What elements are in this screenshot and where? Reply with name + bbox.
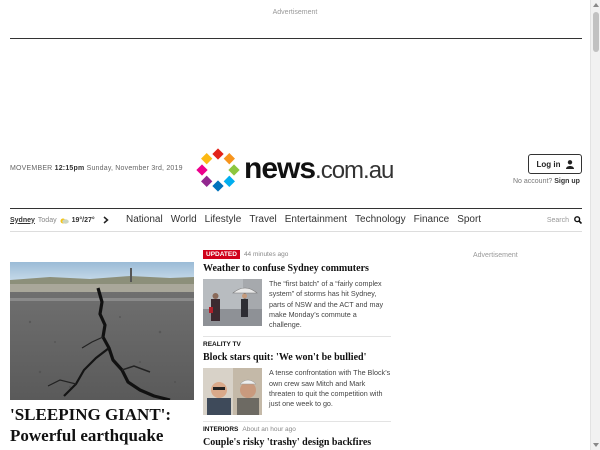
story-2-category[interactable]: REALITY TV <box>203 341 241 348</box>
logo-dot <box>212 148 224 160</box>
logo-dot <box>196 164 208 176</box>
logo-dot <box>201 153 213 165</box>
advertisement-label-top: Advertisement <box>272 9 318 16</box>
story-2-meta: REALITY TV <box>203 341 391 348</box>
ad-divider <box>10 38 582 39</box>
logo-dot <box>212 180 224 192</box>
logo-dot <box>223 153 235 165</box>
story-1-time: 44 minutes ago <box>243 251 289 258</box>
date-line: MOVEMBER 12:15pm Sunday, November 3rd, 2… <box>10 165 183 172</box>
logo-dot <box>228 164 240 176</box>
site-logo[interactable]: news.com.au <box>196 148 406 192</box>
search-label[interactable]: Search <box>547 217 569 224</box>
updated-badge: UPDATED <box>203 250 240 259</box>
advertisement-label-right: Advertisement <box>473 252 518 259</box>
nav-item-entertainment[interactable]: Entertainment <box>285 214 347 225</box>
nav-item-world[interactable]: World <box>171 214 197 225</box>
story-3-meta: INTERIORS About an hour ago <box>203 426 391 433</box>
nav-item-technology[interactable]: Technology <box>355 214 406 225</box>
weather-city[interactable]: Sydney <box>10 217 35 224</box>
story-1-meta: UPDATED 44 minutes ago <box>203 250 391 259</box>
nav-item-lifestyle[interactable]: Lifestyle <box>205 214 242 225</box>
story-2-title[interactable]: Block stars quit: 'We won't be bullied' <box>203 352 391 363</box>
no-account-line: No account? Sign up <box>513 178 580 185</box>
scroll-down-arrow-icon[interactable] <box>593 443 599 447</box>
story-2-thumbnail[interactable] <box>203 368 262 416</box>
date-month: MOVEMBER <box>10 165 53 172</box>
logo-domain: .com.au <box>315 157 394 184</box>
page-scrollbar[interactable] <box>590 0 600 450</box>
current-time: 12:15pm <box>54 165 85 172</box>
logo-dot <box>223 175 235 187</box>
logo-news: news <box>244 152 316 185</box>
logo-dot <box>201 175 213 187</box>
story-2-summary: A tense confrontation with The Block’s o… <box>269 368 391 409</box>
hero-headline[interactable]: 'SLEEPING GIANT': Powerful earthquake <box>10 404 198 446</box>
logo-wordmark: news.com.au <box>244 152 394 186</box>
scroll-thumb[interactable] <box>593 12 599 52</box>
current-date: Sunday, November 3rd, 2019 <box>86 165 183 172</box>
weather-today: Today <box>37 216 57 224</box>
earthquake-photo <box>10 262 194 400</box>
nav-search[interactable]: Search <box>547 216 582 224</box>
story-3-time: About an hour ago <box>242 426 296 434</box>
divider <box>203 421 391 423</box>
user-icon <box>565 159 574 169</box>
story-1-thumbnail[interactable] <box>203 279 262 326</box>
nav-item-sport[interactable]: Sport <box>457 214 481 225</box>
signup-link[interactable]: Sign up <box>554 178 580 185</box>
login-button[interactable]: Log in <box>528 154 582 174</box>
block-stars-photo <box>203 368 262 416</box>
main-nav: Sydney Today 19°/27° National World Life… <box>10 208 582 232</box>
weather-temps: 19°/27° <box>71 216 95 224</box>
divider <box>203 336 391 338</box>
no-account-text: No account? <box>513 178 553 185</box>
search-icon[interactable] <box>574 216 582 224</box>
cloud-icon <box>60 218 69 224</box>
story-2-body: A tense confrontation with The Block’s o… <box>203 368 391 416</box>
hero-image-earthquake-crack[interactable] <box>10 262 194 400</box>
logo-dots-icon <box>196 148 240 192</box>
weather-widget[interactable]: Sydney Today 19°/27° <box>10 216 109 224</box>
scroll-up-arrow-icon[interactable] <box>593 3 599 7</box>
story-list: UPDATED 44 minutes ago Weather to confus… <box>203 250 391 448</box>
nav-links: National World Lifestyle Travel Entertai… <box>126 214 489 225</box>
chevron-right-icon[interactable] <box>103 216 109 224</box>
nav-item-finance[interactable]: Finance <box>414 214 450 225</box>
login-label: Log in <box>536 159 561 169</box>
nav-item-national[interactable]: National <box>126 214 163 225</box>
story-1-title[interactable]: Weather to confuse Sydney commuters <box>203 263 391 274</box>
umbrella-photo <box>203 279 262 326</box>
story-1-body: The “first batch” of a “fairly complex s… <box>203 279 391 330</box>
nav-item-travel[interactable]: Travel <box>249 214 276 225</box>
story-3-title[interactable]: Couple's risky 'trashy' design backfires <box>203 437 391 448</box>
story-3-category[interactable]: INTERIORS <box>203 426 238 433</box>
story-1-summary: The “first batch” of a “fairly complex s… <box>269 279 384 330</box>
